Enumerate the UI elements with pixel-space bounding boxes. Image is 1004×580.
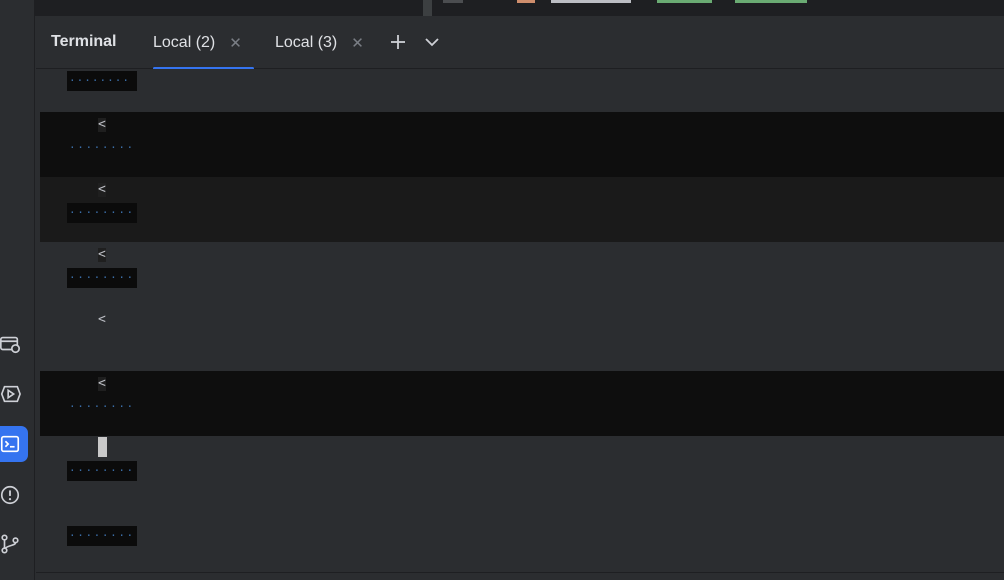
prompt-dots: ········	[69, 464, 135, 477]
problems-icon	[0, 485, 20, 505]
line-number	[443, 0, 463, 3]
tab-local-3[interactable]: Local (3) ✕	[275, 16, 364, 69]
prompt-glyph: <	[98, 247, 106, 262]
prompt-dots: ········	[69, 271, 135, 284]
prompt-glyph: <	[98, 117, 106, 132]
editor-area[interactable]	[35, 0, 1004, 16]
terminal-block[interactable]: < ········	[40, 242, 1004, 307]
chevron-down-icon	[425, 38, 439, 47]
prompt-dots: ········	[69, 74, 130, 87]
prompt-box: ········	[67, 397, 137, 417]
prompt-box: ········	[67, 203, 137, 223]
terminal-block[interactable]: ········	[40, 435, 1004, 500]
terminal-button[interactable]	[0, 426, 28, 462]
terminal-block[interactable]: ········	[40, 500, 1004, 565]
plus-icon	[391, 35, 405, 49]
prompt-glyph: <	[98, 376, 106, 391]
code-token	[735, 0, 807, 3]
new-tab-button[interactable]	[386, 30, 410, 54]
prompt-box: ········	[67, 461, 137, 481]
prompt-box: ········	[67, 138, 137, 158]
services-button[interactable]	[0, 326, 28, 362]
text-cursor	[98, 437, 107, 457]
prompt-dots: ········	[69, 206, 135, 219]
prompt-dots: ········	[69, 141, 135, 154]
run-button[interactable]	[0, 376, 28, 412]
terminal-tab-bar: Terminal Local (2) ✕ Local (3) ✕	[36, 16, 1004, 70]
run-icon	[0, 385, 21, 403]
prompt-dots: ········	[69, 529, 135, 542]
prompt-glyph: <	[98, 182, 106, 197]
panel-title: Terminal	[51, 33, 117, 50]
git-icon	[1, 534, 19, 554]
tab-label: Local (3)	[275, 33, 338, 51]
prompt-box: ········	[67, 268, 137, 288]
services-icon	[0, 336, 20, 354]
close-icon[interactable]: ✕	[229, 34, 242, 52]
terminal-block[interactable]: <	[40, 307, 1004, 372]
prompt-box: ········	[67, 71, 137, 91]
terminal-icon	[0, 435, 20, 453]
code-token	[517, 0, 535, 3]
prompt-dots: ········	[69, 400, 135, 413]
tab-label: Local (2)	[153, 33, 216, 51]
terminal-block[interactable]: < ········	[40, 371, 1004, 436]
code-token	[657, 0, 712, 3]
code-token	[551, 0, 631, 3]
prompt-glyph: <	[98, 312, 106, 327]
tab-local-2[interactable]: Local (2) ✕	[153, 16, 254, 70]
close-icon[interactable]: ✕	[351, 34, 364, 52]
ide-window: Terminal Local (2) ✕ Local (3) ✕ ·······…	[0, 0, 1004, 580]
tool-window-strip	[0, 0, 35, 580]
tab-options-button[interactable]	[420, 30, 444, 54]
terminal-output[interactable]: ········ < ········ < ········ < ·······…	[36, 69, 1004, 572]
git-button[interactable]	[0, 526, 28, 562]
status-bar-edge	[36, 572, 1004, 580]
terminal-block[interactable]: < ········	[40, 177, 1004, 242]
prompt-box: ········	[67, 526, 137, 546]
problems-button[interactable]	[0, 477, 28, 513]
editor-splitter[interactable]	[423, 0, 432, 16]
terminal-block[interactable]: < ········	[40, 112, 1004, 177]
